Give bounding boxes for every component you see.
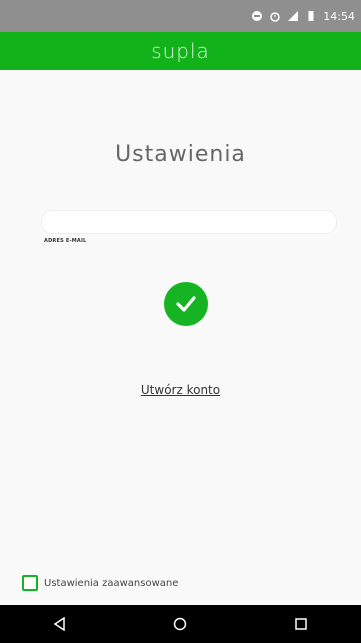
home-icon bbox=[174, 617, 187, 631]
status-time: 14:54 bbox=[323, 9, 355, 23]
recents-button[interactable] bbox=[290, 613, 312, 635]
advanced-settings-checkbox[interactable] bbox=[22, 575, 38, 591]
create-account-link[interactable]: Utwórz konto bbox=[0, 383, 361, 397]
page-title: Ustawienia bbox=[115, 142, 246, 167]
advanced-settings-label: Ustawienia zaawansowane bbox=[44, 577, 179, 589]
signal-icon bbox=[288, 11, 299, 21]
notification-dot-icon bbox=[252, 11, 263, 21]
status-bar: 14:54 bbox=[0, 0, 361, 32]
email-field[interactable] bbox=[41, 210, 337, 234]
back-icon bbox=[53, 617, 65, 631]
home-button[interactable] bbox=[169, 613, 191, 635]
system-navigation-bar bbox=[0, 605, 361, 643]
back-button[interactable] bbox=[49, 613, 71, 635]
alarm-icon bbox=[270, 12, 281, 22]
battery-icon bbox=[308, 11, 314, 21]
email-field-label: ADRES E-MAIL bbox=[44, 238, 87, 244]
settings-screen: Ustawienia ADRES E-MAIL Utwórz konto Ust… bbox=[0, 70, 361, 605]
app-bar: supla bbox=[0, 32, 361, 70]
app-logo: supla bbox=[151, 39, 210, 63]
advanced-settings-toggle[interactable]: Ustawienia zaawansowane bbox=[22, 575, 178, 591]
recents-icon bbox=[295, 618, 307, 630]
check-circle-icon bbox=[164, 282, 208, 326]
